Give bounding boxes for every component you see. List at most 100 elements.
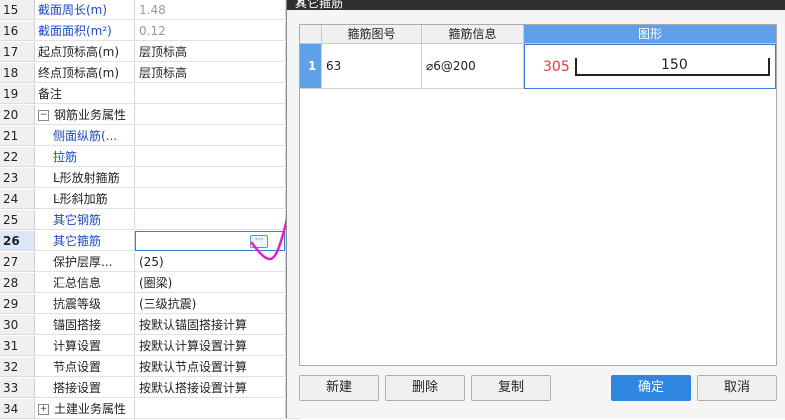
tree-connector: [55, 252, 67, 271]
property-name: 拉筋: [35, 147, 135, 167]
property-name: 截面周长(m): [35, 0, 135, 20]
row-number[interactable]: 30: [0, 315, 35, 335]
tree-connector: [55, 378, 67, 397]
grid-row[interactable]: 22 拉筋: [0, 147, 300, 168]
property-name: 侧面纵筋(...: [35, 126, 135, 146]
cell-stirrup-info[interactable]: ⌀6@200: [422, 44, 524, 89]
tree-connector: [55, 126, 67, 145]
row-number[interactable]: 31: [0, 336, 35, 356]
property-name: − 钢筋业务属性: [35, 105, 135, 125]
row-number[interactable]: 17: [0, 42, 35, 62]
property-value-text: (25): [139, 255, 164, 269]
copy-button[interactable]: 复制: [471, 375, 551, 401]
header-stirrup-info[interactable]: 箍筋信息: [422, 25, 524, 44]
property-value[interactable]: 按默认搭接设置计算: [135, 378, 285, 398]
property-name: 计算设置: [35, 336, 135, 356]
tree-connector: [55, 168, 67, 187]
property-value[interactable]: 按默认计算设置计算: [135, 336, 285, 356]
property-value[interactable]: [135, 399, 285, 419]
tree-connector: [55, 336, 67, 355]
collapse-icon[interactable]: −: [38, 110, 49, 121]
tree-connector: [55, 147, 67, 166]
property-name: 终点顶标高(m): [35, 63, 135, 83]
property-name: 备注: [35, 84, 135, 104]
property-name-text: 终点顶标高(m): [38, 66, 120, 80]
property-value[interactable]: 0.12: [135, 21, 285, 41]
property-value-text: 按默认计算设置计算: [139, 339, 248, 353]
property-value[interactable]: [135, 168, 285, 188]
row-number[interactable]: 25: [0, 210, 35, 230]
row-number[interactable]: 20: [0, 105, 35, 125]
property-value[interactable]: (圈梁): [135, 273, 285, 293]
property-name-text: 土建业务属性: [54, 402, 127, 416]
ok-button[interactable]: 确定: [611, 375, 691, 401]
row-number[interactable]: 28: [0, 273, 35, 293]
header-stirrup-code[interactable]: 箍筋图号: [322, 25, 422, 44]
grid-row[interactable]: 20− 钢筋业务属性: [0, 105, 300, 126]
property-value[interactable]: [135, 84, 285, 104]
grid-row[interactable]: 18 终点顶标高(m) 层顶标高: [0, 63, 300, 84]
row-number[interactable]: 34: [0, 399, 35, 419]
property-value[interactable]: [135, 126, 285, 146]
row-number[interactable]: 23: [0, 168, 35, 188]
row-number[interactable]: 16: [0, 21, 35, 41]
cell-stirrup-code[interactable]: 63: [322, 44, 422, 89]
property-value[interactable]: 按默认锚固搭接计算: [135, 315, 285, 335]
row-number[interactable]: 29: [0, 294, 35, 314]
property-value-text: 0.12: [139, 24, 166, 38]
property-value-text: (圈梁): [139, 276, 173, 290]
header-shape[interactable]: 图形: [524, 25, 776, 44]
row-number[interactable]: 22: [0, 147, 35, 167]
cancel-button[interactable]: 取消: [697, 375, 777, 401]
row-number[interactable]: 15: [0, 0, 35, 20]
grid-row[interactable]: 29 抗震等级 (三级抗震): [0, 294, 300, 315]
row-number[interactable]: 21: [0, 126, 35, 146]
row-number[interactable]: 24: [0, 189, 35, 209]
grid-row[interactable]: 31 计算设置 按默认计算设置计算: [0, 336, 300, 357]
cell-shape[interactable]: 305 150: [524, 44, 776, 89]
row-number[interactable]: 19: [0, 84, 35, 104]
row-number[interactable]: 33: [0, 378, 35, 398]
grid-row[interactable]: 33 搭接设置 按默认搭接设置计算: [0, 378, 300, 399]
grid-row[interactable]: 30 锚固搭接 按默认锚固搭接计算: [0, 315, 300, 336]
row-number[interactable]: 32: [0, 357, 35, 377]
grid-row[interactable]: 28 汇总信息 (圈梁): [0, 273, 300, 294]
property-value[interactable]: 按默认节点设置计算: [135, 357, 285, 377]
property-value-text: 按默认搭接设置计算: [139, 381, 248, 395]
property-value[interactable]: [135, 147, 285, 167]
property-name-text: 截面周长(m): [38, 3, 108, 17]
property-value[interactable]: (三级抗震): [135, 294, 285, 314]
grid-row[interactable]: 21 侧面纵筋(...: [0, 126, 300, 147]
property-value[interactable]: [135, 105, 285, 125]
property-name: 汇总信息: [35, 273, 135, 293]
grid-row[interactable]: 16 截面面积(m²) 0.12: [0, 21, 300, 42]
property-name-text: 起点顶标高(m): [38, 45, 120, 59]
row-index[interactable]: 1: [300, 44, 322, 89]
property-name: 其它箍筋: [35, 231, 135, 251]
property-name: L形放射箍筋: [35, 168, 135, 188]
shape-dimension-left: 305: [543, 59, 570, 75]
grid-row[interactable]: 19 备注: [0, 84, 300, 105]
property-name: 搭接设置: [35, 378, 135, 398]
grid-row[interactable]: 34 + 土建业务属性: [0, 399, 300, 420]
row-number[interactable]: 26: [0, 231, 35, 251]
property-name: 保护层厚...: [35, 252, 135, 272]
property-value[interactable]: 1.48: [135, 0, 285, 20]
row-number[interactable]: 27: [0, 252, 35, 272]
close-icon[interactable]: ×: [295, 0, 778, 8]
tree-connector: [55, 231, 67, 250]
property-value-text: 按默认锚固搭接计算: [139, 318, 248, 332]
grid-row[interactable]: 17 起点顶标高(m) 层顶标高: [0, 42, 300, 63]
property-value[interactable]: 层顶标高: [135, 63, 285, 83]
property-name: 起点顶标高(m): [35, 42, 135, 62]
grid-row[interactable]: 32 节点设置 按默认节点设置计算: [0, 357, 300, 378]
grid-row[interactable]: 15 截面周长(m) 1.48: [0, 0, 300, 21]
property-value-text: 层顶标高: [139, 45, 188, 59]
delete-button[interactable]: 删除: [385, 375, 465, 401]
new-button[interactable]: 新建: [299, 375, 379, 401]
property-value[interactable]: 层顶标高: [135, 42, 285, 62]
expand-icon[interactable]: +: [38, 404, 49, 415]
grid-row[interactable]: 23 L形放射箍筋: [0, 168, 300, 189]
property-name: 抗震等级: [35, 294, 135, 314]
row-number[interactable]: 18: [0, 63, 35, 83]
